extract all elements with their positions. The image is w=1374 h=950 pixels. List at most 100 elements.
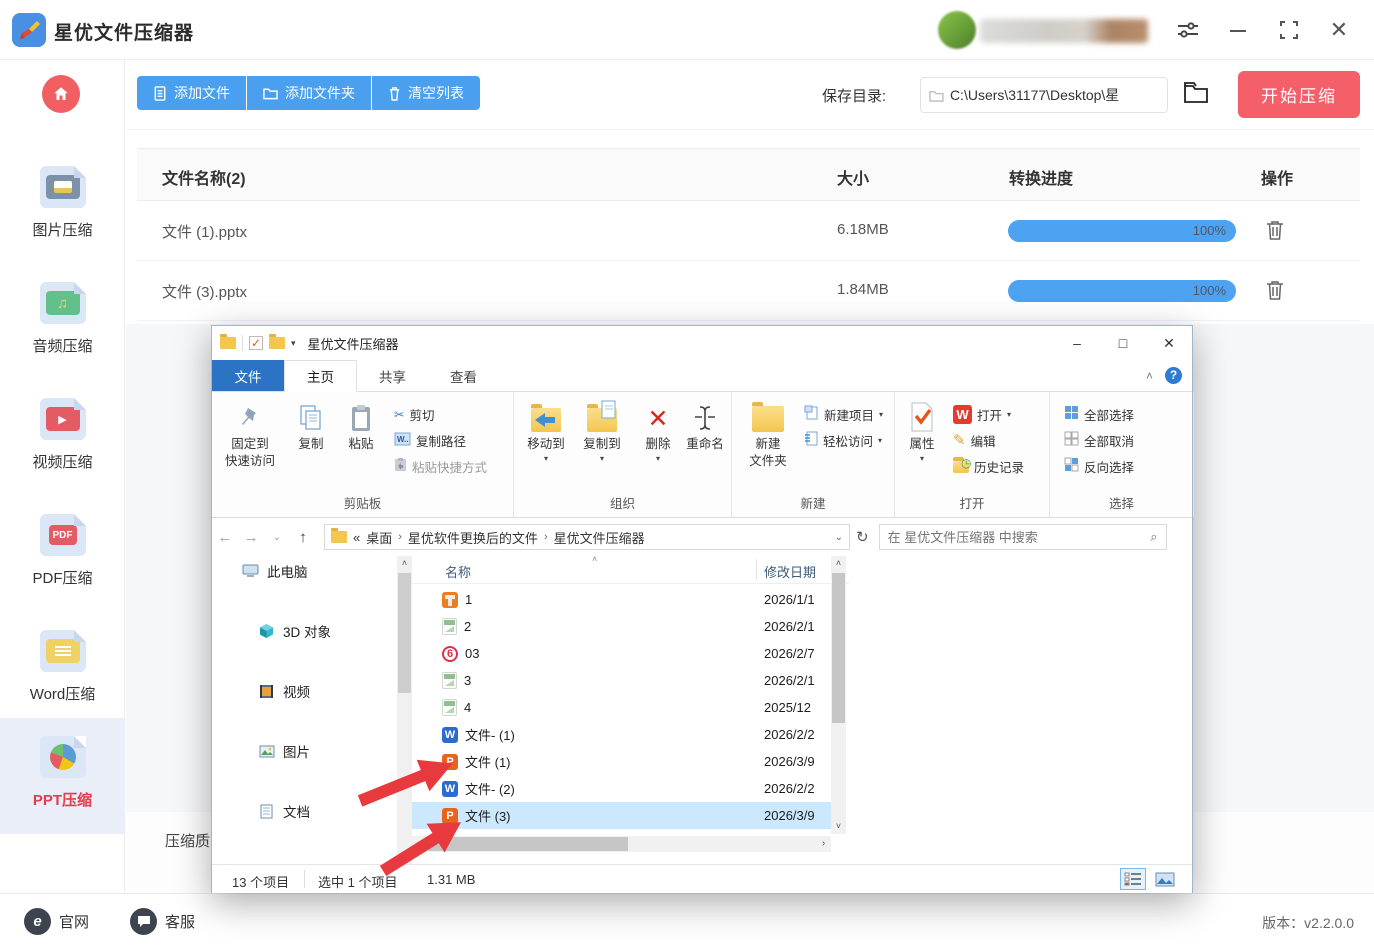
qat-dropdown-icon[interactable]: ▾ — [291, 338, 296, 349]
user-avatar[interactable] — [938, 11, 976, 49]
paste-button[interactable]: 粘贴 — [338, 398, 384, 453]
explorer-maximize-button[interactable]: □ — [1100, 326, 1146, 360]
column-date-modified[interactable]: 修改日期 — [764, 562, 816, 581]
open-button[interactable]: W 打开 ▾ — [953, 402, 1011, 426]
forward-button[interactable]: → — [238, 529, 264, 546]
tab-share[interactable]: 共享 — [357, 360, 428, 391]
clear-list-button[interactable]: 清空列表 — [372, 76, 480, 110]
tree-item-pictures[interactable]: 图片 — [212, 736, 397, 766]
file-row[interactable]: 1 2026/1/1 — [412, 586, 831, 613]
official-site-link[interactable]: e 官网 — [24, 908, 89, 935]
sidebar-item-ppt[interactable]: PPT压缩 — [0, 718, 125, 834]
pin-quick-access-button[interactable]: 固定到 快速访问 — [218, 398, 282, 470]
invert-selection-button[interactable]: 反向选择 — [1064, 454, 1134, 478]
back-button[interactable]: ← — [212, 529, 238, 546]
file-list-hscrollbar[interactable]: ‹ › — [412, 836, 831, 852]
copy-button[interactable]: 复制 — [288, 398, 334, 453]
tree-item-videos[interactable]: 视频 — [212, 676, 397, 706]
column-name[interactable]: 名称 — [445, 562, 471, 581]
file-row-selected[interactable]: P 文件 (3) 2026/3/9 — [412, 802, 831, 829]
breadcrumb-desktop[interactable]: 桌面 — [366, 528, 392, 547]
file-row[interactable]: 2 2026/2/1 — [412, 613, 831, 640]
column-divider[interactable] — [756, 559, 757, 581]
sidebar-item-word[interactable]: Word压缩 — [0, 612, 125, 716]
rename-button[interactable]: 重命名 — [680, 398, 730, 453]
file-row[interactable]: 6 03 2026/2/7 — [412, 640, 831, 667]
file-name: 4 — [464, 700, 472, 715]
delete-row-button[interactable] — [1265, 219, 1287, 243]
easy-access-button[interactable]: 轻松访问 ▾ — [804, 428, 882, 452]
breadcrumb-current-folder[interactable]: 星优文件压缩器 — [554, 528, 645, 547]
sidebar-item-video[interactable]: ▶ 视频压缩 — [0, 380, 125, 484]
maximize-button[interactable] — [1277, 18, 1303, 44]
scroll-down-icon[interactable]: ˅ — [831, 819, 846, 834]
tree-scrollbar[interactable]: ˄ ˅ — [397, 556, 412, 864]
crumb-lead-icon[interactable]: « — [353, 530, 360, 545]
start-compress-button[interactable]: 开始压缩 — [1238, 71, 1360, 118]
refresh-icon[interactable]: ↻ — [856, 528, 869, 546]
sidebar-item-pdf[interactable]: PDF PDF压缩 — [0, 496, 125, 600]
scroll-up-icon[interactable]: ˄ — [397, 556, 412, 571]
file-name: 文件 (1).pptx — [162, 224, 248, 241]
search-input[interactable] — [887, 529, 1151, 545]
recent-locations-icon[interactable]: ⌄ — [264, 532, 290, 543]
new-item-button[interactable]: 新建项目 ▾ — [804, 402, 883, 426]
delete-row-button[interactable] — [1265, 279, 1287, 303]
select-none-button[interactable]: 全部取消 — [1064, 428, 1134, 452]
folder-icon[interactable] — [269, 334, 285, 349]
file-row[interactable]: P 文件 (1) 2026/3/9 — [412, 748, 831, 775]
tab-view[interactable]: 查看 — [428, 360, 499, 391]
address-box[interactable]: « 桌面 › 星优软件更换后的文件 › 星优文件压缩器 ⌄ — [324, 524, 850, 550]
paste-shortcut-button[interactable]: 粘贴快捷方式 — [394, 454, 487, 478]
collapse-ribbon-icon[interactable]: ˄ — [1146, 369, 1153, 383]
tree-item-3d-objects[interactable]: 3D 对象 — [212, 616, 397, 646]
progress-value: 100% — [1192, 283, 1226, 298]
scrollbar-thumb[interactable] — [398, 573, 411, 693]
explorer-minimize-button[interactable]: – — [1054, 326, 1100, 360]
thumbnail-view-button[interactable] — [1152, 868, 1178, 890]
minimize-button[interactable] — [1226, 18, 1252, 44]
properties-button[interactable]: 属性 ▾ — [899, 398, 945, 465]
new-folder-button[interactable]: 新建 文件夹 — [740, 398, 796, 470]
edit-button[interactable]: ✎ 编辑 — [953, 428, 996, 452]
close-button[interactable]: ✕ — [1326, 18, 1352, 44]
help-icon[interactable]: ? — [1165, 367, 1182, 384]
add-folder-button[interactable]: 添加文件夹 — [247, 76, 371, 110]
copy-path-button[interactable]: W.. 复制路径 — [394, 428, 466, 452]
home-button[interactable] — [42, 75, 80, 113]
file-row[interactable]: W 文件- (2) 2026/2/2 — [412, 775, 831, 802]
menu-file[interactable]: 文件 — [212, 360, 284, 391]
scrollbar-thumb[interactable] — [832, 573, 845, 723]
tree-item-this-pc[interactable]: 此电脑 — [212, 556, 397, 586]
checkbox-icon[interactable]: ✓ — [249, 336, 263, 350]
select-all-button[interactable]: 全部选择 — [1064, 402, 1134, 426]
cut-button[interactable]: ✂ 剪切 — [394, 402, 435, 426]
move-to-button[interactable]: 移动到 ▾ — [520, 398, 572, 465]
search-box[interactable]: ⌕ — [878, 524, 1167, 550]
file-row[interactable]: W 文件- (1) 2026/2/2 — [412, 721, 831, 748]
delete-button[interactable]: ✕ 删除 ▾ — [636, 398, 680, 465]
scroll-right-icon[interactable]: › — [816, 836, 831, 852]
save-dir-input-box[interactable] — [920, 77, 1168, 113]
file-row[interactable]: 4 2025/12 — [412, 694, 831, 721]
settings-sliders-icon[interactable] — [1176, 18, 1202, 44]
scroll-up-icon[interactable]: ˄ — [831, 556, 846, 571]
file-row[interactable]: 3 2026/2/1 — [412, 667, 831, 694]
tree-item-downloads[interactable]: ⬇ 下载 — [212, 856, 397, 865]
address-dropdown-icon[interactable]: ⌄ — [835, 532, 843, 543]
support-link[interactable]: 客服 — [130, 908, 195, 935]
sidebar-item-image[interactable]: 图片压缩 — [0, 148, 125, 252]
sidebar-item-audio[interactable]: ♫ 音频压缩 — [0, 264, 125, 368]
file-list-vscrollbar[interactable]: ˄ ˅ — [831, 556, 846, 834]
details-view-button[interactable] — [1120, 868, 1146, 890]
caret-down-icon: ▾ — [599, 453, 604, 463]
browse-folder-button[interactable] — [1182, 80, 1212, 110]
save-dir-input[interactable] — [949, 87, 1159, 103]
breadcrumb-parent-folder[interactable]: 星优软件更换后的文件 — [408, 528, 538, 547]
copy-to-button[interactable]: 复制到 ▾ — [576, 398, 628, 465]
tab-home[interactable]: 主页 — [284, 360, 357, 392]
add-file-button[interactable]: 添加文件 — [137, 76, 246, 110]
history-button[interactable]: ◷ 历史记录 — [953, 454, 1024, 478]
explorer-close-button[interactable]: ✕ — [1146, 326, 1192, 360]
up-button[interactable]: ↑ — [290, 529, 316, 546]
